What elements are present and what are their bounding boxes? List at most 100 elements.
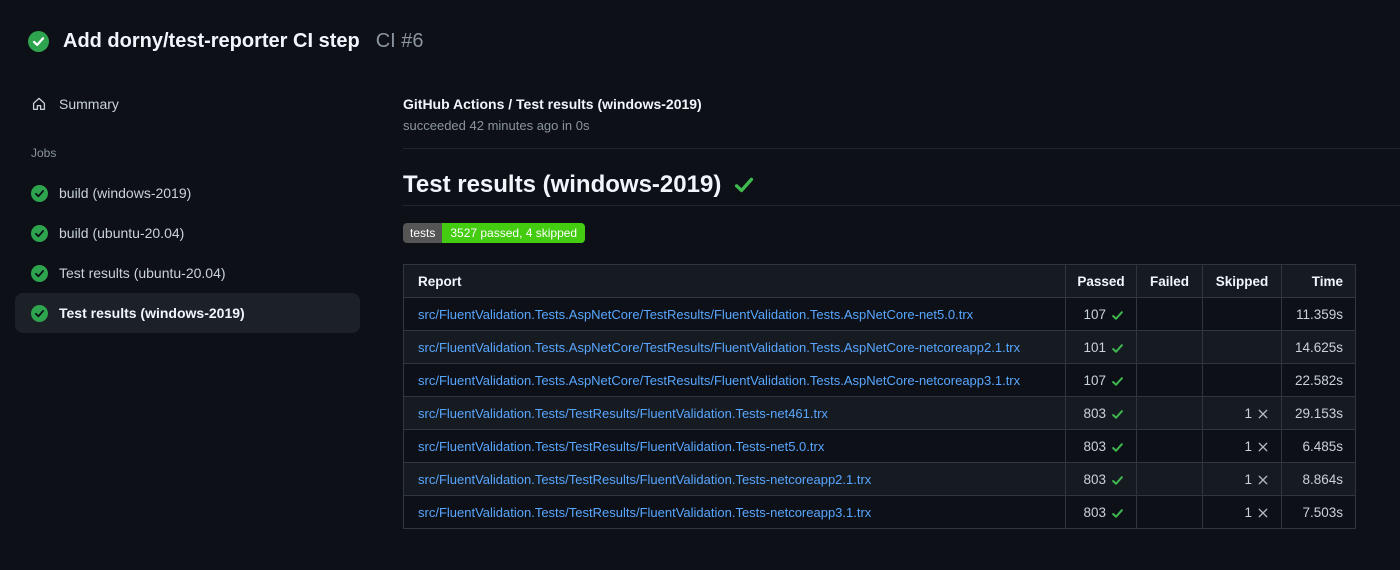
passed-check-icon [1112,376,1123,386]
section-heading: Test results (windows-2019) [403,169,1400,201]
failed-cell [1136,330,1203,364]
table-row: src/FluentValidation.Tests/TestResults/F… [403,495,1356,529]
report-link[interactable]: src/FluentValidation.Tests.AspNetCore/Te… [418,373,1020,388]
job-label: Test results (ubuntu-20.04) [59,265,226,281]
divider [403,205,1400,206]
column-header-passed: Passed [1065,264,1137,298]
report-link[interactable]: src/FluentValidation.Tests/TestResults/F… [418,439,824,454]
passed-cell: 101 [1065,330,1137,364]
column-header-report: Report [403,264,1066,298]
job-label: build (windows-2019) [59,185,192,201]
skipped-cell: 1 [1202,462,1282,496]
check-circle-icon [31,184,48,202]
time-cell: 22.582s [1281,363,1356,397]
divider [403,148,1400,149]
skipped-x-icon [1258,442,1268,452]
passed-check-icon [1112,442,1123,452]
report-link[interactable]: src/FluentValidation.Tests.AspNetCore/Te… [418,340,1020,355]
jobs-list: build (windows-2019) build (ubuntu-20.04… [0,173,380,333]
failed-cell [1136,462,1203,496]
column-header-time: Time [1281,264,1356,298]
report-cell: src/FluentValidation.Tests/TestResults/F… [403,495,1066,529]
table-row: src/FluentValidation.Tests.AspNetCore/Te… [403,330,1356,364]
table-row: src/FluentValidation.Tests/TestResults/F… [403,462,1356,496]
table-row: src/FluentValidation.Tests.AspNetCore/Te… [403,363,1356,397]
check-run-title: GitHub Actions / Test results (windows-2… [403,96,702,112]
skipped-cell: 1 [1202,429,1282,463]
badge-label: tests [403,223,443,243]
summary-label: Summary [59,96,119,112]
page-title: Add dorny/test-reporter CI step [63,30,360,52]
skipped-cell: 1 [1202,396,1282,430]
check-run-status: succeeded 42 minutes ago in 0s [403,118,590,133]
check-circle-icon [31,264,48,282]
report-cell: src/FluentValidation.Tests/TestResults/F… [403,429,1066,463]
passed-check-icon [1112,508,1123,518]
check-circle-icon [31,224,48,242]
report-cell: src/FluentValidation.Tests.AspNetCore/Te… [403,363,1066,397]
report-link[interactable]: src/FluentValidation.Tests/TestResults/F… [418,406,828,421]
report-link[interactable]: src/FluentValidation.Tests.AspNetCore/Te… [418,307,973,322]
failed-cell [1136,396,1203,430]
run-number: CI #6 [375,30,424,52]
sidebar-job-item[interactable]: Test results (windows-2019) [15,293,360,333]
table-row: src/FluentValidation.Tests/TestResults/F… [403,396,1356,430]
home-icon [32,97,46,111]
failed-cell [1136,363,1203,397]
check-circle-icon [28,31,49,52]
column-header-failed: Failed [1136,264,1203,298]
passed-cell: 803 [1065,462,1137,496]
passed-cell: 803 [1065,396,1137,430]
passed-cell: 803 [1065,429,1137,463]
job-label: build (ubuntu-20.04) [59,225,185,241]
time-cell: 29.153s [1281,396,1356,430]
report-cell: src/FluentValidation.Tests.AspNetCore/Te… [403,297,1066,331]
sidebar: Summary Jobs build (windows-2019) build … [0,84,380,333]
report-link[interactable]: src/FluentValidation.Tests/TestResults/F… [418,505,871,520]
report-cell: src/FluentValidation.Tests/TestResults/F… [403,396,1066,430]
passed-cell: 803 [1065,495,1137,529]
skipped-x-icon [1258,409,1268,419]
report-cell: src/FluentValidation.Tests/TestResults/F… [403,462,1066,496]
check-circle-icon [31,304,48,322]
report-cell: src/FluentValidation.Tests.AspNetCore/Te… [403,330,1066,364]
table-row: src/FluentValidation.Tests/TestResults/F… [403,429,1356,463]
table-row: src/FluentValidation.Tests.AspNetCore/Te… [403,297,1356,331]
sidebar-item-summary[interactable]: Summary [0,84,380,124]
main-content: GitHub Actions / Test results (windows-2… [403,96,1400,529]
time-cell: 14.625s [1281,330,1356,364]
column-header-skipped: Skipped [1202,264,1282,298]
time-cell: 11.359s [1281,297,1356,331]
time-cell: 8.864s [1281,462,1356,496]
table-body: src/FluentValidation.Tests.AspNetCore/Te… [403,297,1356,529]
passed-cell: 107 [1065,297,1137,331]
skipped-x-icon [1258,475,1268,485]
failed-cell [1136,429,1203,463]
tests-badge: tests 3527 passed, 4 skipped [403,223,586,243]
skipped-cell [1202,363,1282,397]
run-header: Add dorny/test-reporter CI step CI #6 [28,30,424,53]
passed-check-icon [1112,475,1123,485]
job-label: Test results (windows-2019) [59,305,245,321]
skipped-x-icon [1258,508,1268,518]
time-cell: 6.485s [1281,429,1356,463]
failed-cell [1136,297,1203,331]
badge-value: 3527 passed, 4 skipped [442,223,586,243]
jobs-section-label: Jobs [31,146,57,160]
sidebar-job-item[interactable]: Test results (ubuntu-20.04) [15,253,360,293]
success-check-icon [735,177,754,193]
sidebar-job-item[interactable]: build (windows-2019) [15,173,360,213]
time-cell: 7.503s [1281,495,1356,529]
passed-check-icon [1112,409,1123,419]
passed-check-icon [1112,310,1123,320]
failed-cell [1136,495,1203,529]
skipped-cell [1202,297,1282,331]
sidebar-job-item[interactable]: build (ubuntu-20.04) [15,213,360,253]
skipped-cell [1202,330,1282,364]
passed-cell: 107 [1065,363,1137,397]
section-title: Test results (windows-2019) [403,171,722,198]
passed-check-icon [1112,343,1123,353]
test-results-table: Report Passed Failed Skipped Time src/Fl… [403,264,1356,529]
skipped-cell: 1 [1202,495,1282,529]
report-link[interactable]: src/FluentValidation.Tests/TestResults/F… [418,472,871,487]
